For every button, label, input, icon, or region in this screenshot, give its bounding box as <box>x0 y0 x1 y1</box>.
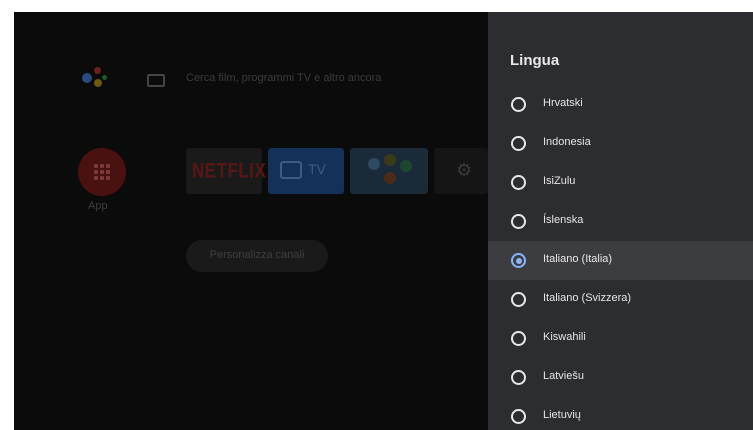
radio-unselected-icon[interactable] <box>511 292 526 307</box>
video-app-tile[interactable] <box>350 148 428 194</box>
apps-label: App <box>88 200 108 212</box>
language-label: Íslenska <box>543 214 584 226</box>
customize-channels-button[interactable]: Personalizza canali <box>186 240 328 272</box>
language-label: Lietuvių <box>543 409 581 421</box>
language-label: Italiano (Italia) <box>543 253 613 265</box>
keyboard-icon[interactable] <box>147 74 165 87</box>
gear-icon: ⚙ <box>456 160 473 180</box>
language-label: Latviešu <box>543 370 584 382</box>
radio-selected-icon[interactable] <box>511 253 526 268</box>
radio-unselected-icon[interactable] <box>511 136 526 151</box>
radio-unselected-icon[interactable] <box>511 409 526 424</box>
apps-grid-icon <box>94 164 110 180</box>
panel-title: Lingua <box>510 52 560 69</box>
language-label: Indonesia <box>543 136 591 148</box>
language-option[interactable]: Lietuvių <box>488 397 753 430</box>
language-option[interactable]: Latviešu <box>488 358 753 397</box>
language-option[interactable]: Italiano (Svizzera) <box>488 280 753 319</box>
language-option[interactable]: Íslenska <box>488 202 753 241</box>
customize-channels-label: Personalizza canali <box>209 249 305 261</box>
radio-unselected-icon[interactable] <box>511 331 526 346</box>
apps-button[interactable] <box>78 148 126 196</box>
tv-icon <box>280 161 302 179</box>
language-option[interactable]: Kiswahili <box>488 319 753 358</box>
language-label: Hrvatski <box>543 97 583 109</box>
google-assistant-icon[interactable] <box>82 65 108 91</box>
language-option[interactable]: Hrvatski <box>488 85 753 124</box>
language-label: Italiano (Svizzera) <box>543 292 632 304</box>
language-panel: Lingua Hrvatski Indonesia IsiZulu Íslenska I… <box>488 12 753 430</box>
settings-tile[interactable]: ⚙ <box>434 148 488 194</box>
language-label: Kiswahili <box>543 331 586 343</box>
radio-unselected-icon[interactable] <box>511 214 526 229</box>
radio-unselected-icon[interactable] <box>511 97 526 112</box>
netflix-tile[interactable]: NETFLIX <box>186 148 266 194</box>
search-bar[interactable]: Cerca film, programmi TV e altro ancora <box>186 72 381 84</box>
tv-tile-label: TV <box>308 161 326 177</box>
language-list: Hrvatski Indonesia IsiZulu Íslenska Italiano… <box>488 85 753 430</box>
language-option[interactable]: Italiano (Italia) <box>488 241 753 280</box>
language-option[interactable]: IsiZulu <box>488 163 753 202</box>
language-option[interactable]: Indonesia <box>488 124 753 163</box>
home-screen-dimmed: Cerca film, programmi TV e altro ancora … <box>14 12 488 430</box>
tv-screen: Cerca film, programmi TV e altro ancora … <box>14 12 753 430</box>
live-tv-tile[interactable]: TV <box>268 148 344 194</box>
radio-unselected-icon[interactable] <box>511 175 526 190</box>
radio-unselected-icon[interactable] <box>511 370 526 385</box>
netflix-logo: NETFLIX <box>192 158 267 183</box>
language-label: IsiZulu <box>543 175 576 187</box>
